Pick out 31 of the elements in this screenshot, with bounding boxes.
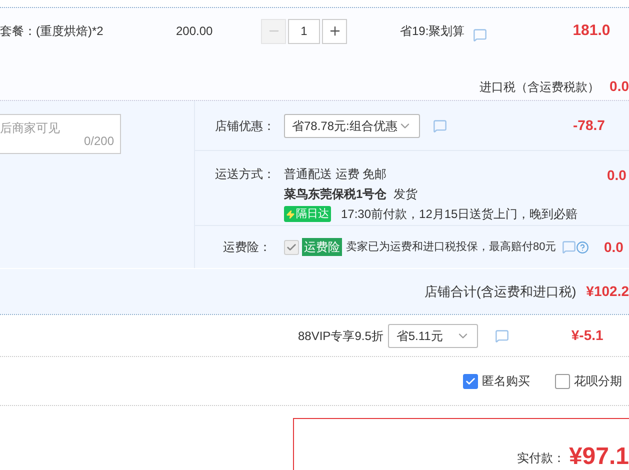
shipping-method: 普通配送 运费 免邮 bbox=[284, 166, 388, 183]
delivery-badge: 隔日达 bbox=[284, 206, 331, 222]
promo-label: 省19:聚划算 bbox=[400, 23, 465, 40]
item-name: 套餐：(重度烘焙)*2 bbox=[0, 23, 104, 40]
field-label: 运送方式： bbox=[214, 166, 276, 183]
field-label: 店铺优惠： bbox=[214, 118, 276, 134]
item-price: 200.00 bbox=[176, 23, 214, 40]
vip-label: 88VIP专享9.5折 bbox=[298, 328, 384, 344]
amount: ¥-5.1 bbox=[571, 326, 604, 345]
amount: 0.0 bbox=[604, 238, 624, 256]
amount: 0.0 bbox=[607, 166, 626, 185]
shop-total-label: 店铺合计(含运费和进口税) bbox=[424, 282, 576, 301]
quantity-field[interactable]: 1 bbox=[288, 18, 320, 44]
amount: -78.7 bbox=[573, 116, 605, 135]
option-label: 花呗分期 bbox=[574, 373, 622, 390]
discount-select[interactable]: 省78.78元:组合优惠 bbox=[284, 114, 420, 138]
field-label: 运费险： bbox=[222, 239, 272, 256]
option-label: 匿名购买 bbox=[482, 373, 530, 390]
payment-label: 实付款： bbox=[516, 450, 565, 467]
amount: 181.0 bbox=[572, 20, 610, 41]
character-count: 0/200 bbox=[84, 133, 114, 150]
insurance-tag: 运费险 bbox=[302, 238, 342, 256]
delivery-promise: 17:30前付款，12月15日送货上门，晚到必赔 bbox=[341, 206, 578, 223]
insurance-text: 卖家已为运费和进口税投保，最高赔付80元 bbox=[346, 240, 556, 255]
amount: 0.0 bbox=[610, 77, 629, 96]
payment-amount: ¥97.1 bbox=[568, 442, 629, 470]
amount: ¥102.2 bbox=[586, 282, 629, 301]
warehouse-text: 菜鸟东莞保税1号仓 发货 bbox=[284, 186, 418, 203]
import-tax-label: 进口税（含运费税款） bbox=[480, 78, 600, 96]
vip-select[interactable]: 省5.11元 bbox=[388, 324, 478, 348]
placeholder-text: 后商家可见 bbox=[0, 120, 61, 137]
